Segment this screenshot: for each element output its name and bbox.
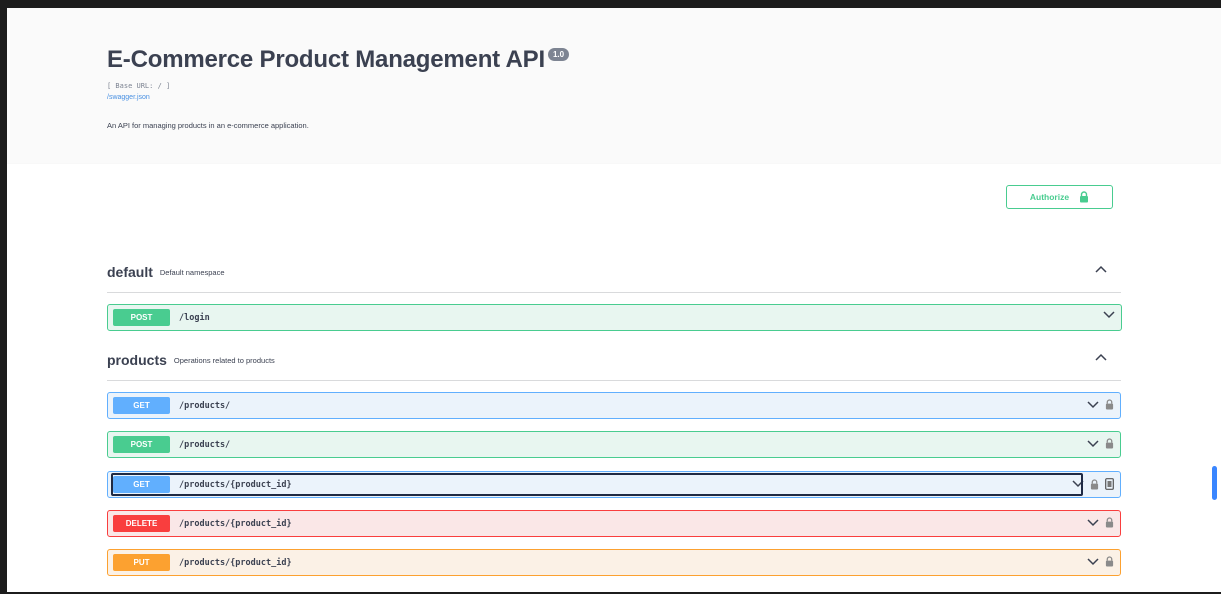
chevron-down-icon[interactable] (1103, 311, 1115, 319)
operation-post-login[interactable]: POST /login (107, 304, 1122, 331)
api-description: An API for managing products in an e-com… (107, 121, 309, 130)
lock-icon[interactable] (1090, 478, 1099, 490)
operation-put-product[interactable]: PUT /products/{product_id} (107, 549, 1121, 576)
operation-path: /products/{product_id} (179, 557, 292, 568)
tag-default[interactable]: default Default namespace (107, 252, 1121, 293)
base-url: [ Base URL: / ] (107, 82, 171, 90)
tag-description: Default namespace (159, 267, 225, 277)
focus-ring (111, 473, 1083, 496)
method-badge: PUT (113, 554, 170, 571)
swagger-json-link[interactable]: /swagger.json (107, 94, 150, 101)
chevron-down-icon[interactable] (1087, 400, 1099, 409)
tag-description: Operations related to products (173, 355, 275, 365)
tag-name: products (107, 352, 167, 368)
method-badge: POST (113, 309, 170, 326)
copy-icon[interactable] (1105, 478, 1114, 490)
authorize-button[interactable]: Authorize (1006, 185, 1113, 209)
operation-controls (1087, 399, 1114, 410)
chevron-down-icon[interactable] (1087, 557, 1099, 566)
lock-icon[interactable] (1105, 556, 1114, 567)
chevron-down-icon[interactable] (1087, 439, 1099, 448)
lock-icon[interactable] (1105, 399, 1114, 410)
chevron-up-icon[interactable] (1095, 353, 1107, 361)
method-badge: GET (113, 397, 170, 414)
chevron-down-icon[interactable] (1087, 518, 1099, 527)
lock-icon[interactable] (1105, 517, 1114, 528)
operation-delete-product[interactable]: DELETE /products/{product_id} (107, 510, 1121, 537)
operation-controls (1087, 517, 1114, 528)
operation-post-products[interactable]: POST /products/ (107, 431, 1121, 458)
scrollbar-thumb[interactable] (1212, 466, 1217, 500)
version-badge: 1.0 (547, 48, 570, 61)
title-row: E-Commerce Product Management API 1.0 (107, 46, 570, 74)
operation-controls (1103, 311, 1115, 319)
operation-path: /login (179, 312, 210, 323)
authorize-label: Authorize (1029, 192, 1070, 202)
scheme-container: Authorize (7, 164, 1221, 234)
chevron-up-icon[interactable] (1095, 265, 1107, 273)
tag-name: default (107, 264, 153, 280)
operations-section: default Default namespace POST /login pr… (7, 234, 1221, 592)
operation-path: /products/ (179, 439, 231, 450)
swagger-ui-page: E-Commerce Product Management API 1.0 [ … (0, 0, 1221, 594)
lock-icon (1079, 191, 1089, 203)
operation-controls (1087, 556, 1114, 567)
method-badge: POST (113, 436, 170, 453)
operation-get-products[interactable]: GET /products/ (107, 392, 1121, 419)
operation-path: /products/ (179, 400, 231, 411)
tag-products[interactable]: products Operations related to products (107, 340, 1121, 381)
operation-controls (1087, 438, 1114, 449)
api-info: E-Commerce Product Management API 1.0 [ … (7, 8, 1221, 164)
lock-icon[interactable] (1105, 438, 1114, 449)
method-badge: DELETE (113, 515, 170, 532)
api-title: E-Commerce Product Management API (107, 46, 545, 73)
operation-path: /products/{product_id} (179, 518, 292, 529)
